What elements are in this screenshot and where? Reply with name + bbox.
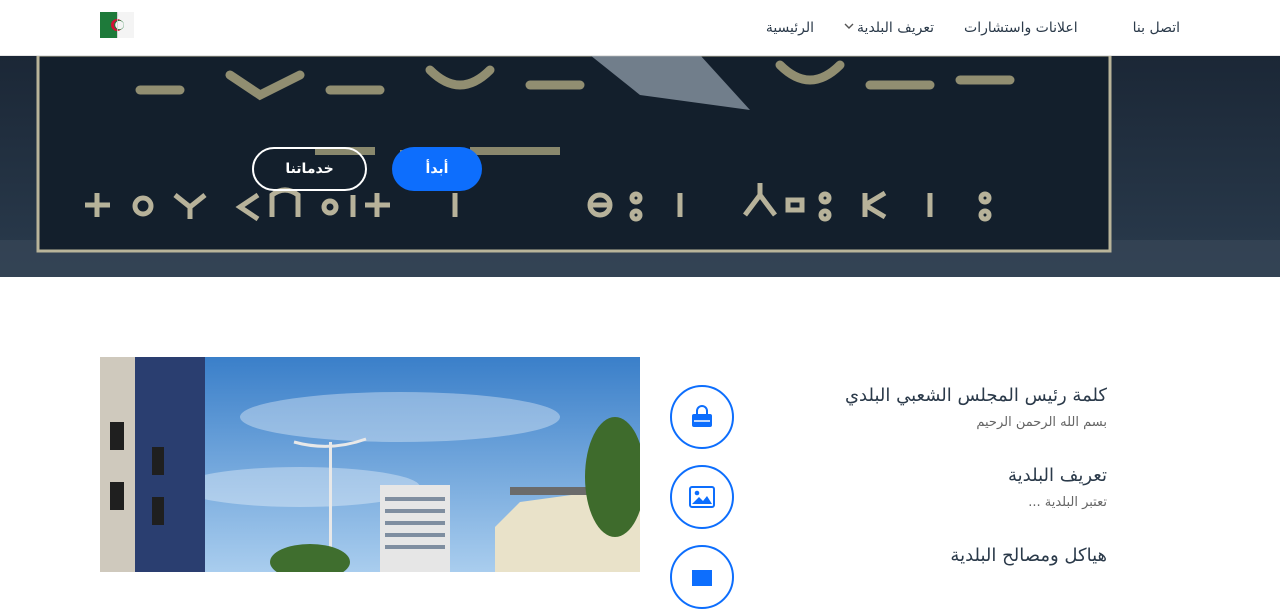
municipality-building-photo (100, 357, 640, 572)
our-services-button[interactable]: خدماتنا (252, 147, 367, 191)
nav-home[interactable]: الرئيسية (751, 20, 829, 36)
feature-description: بسم الله الرحمن الرحيم (976, 415, 1107, 430)
feature-title: كلمة رئيس المجلس الشعبي البلدي (844, 385, 1107, 406)
feature-title: تعريف البلدية (1008, 465, 1107, 486)
feature-structures[interactable]: هياكل ومصالح البلدية (670, 545, 1110, 615)
chevron-down-icon (844, 22, 854, 33)
image-icon (689, 486, 715, 508)
feature-about-municipality[interactable]: تعريف البلدية تعتبر البلدية ... (670, 465, 1110, 535)
nav-contact-label: اتصل بنا (1132, 19, 1180, 36)
nav-home-label: الرئيسية (765, 19, 815, 36)
feature-description: تعتبر البلدية ... (1028, 495, 1107, 510)
algeria-flag-icon[interactable] (100, 12, 134, 38)
shopping-bag-icon (692, 405, 712, 427)
building-icon (692, 570, 712, 586)
municipality-sign-image (0, 55, 1280, 277)
feature-title: هياكل ومصالح البلدية (950, 545, 1107, 566)
building-photo-illustration (100, 357, 640, 572)
nav-about-municipality[interactable]: تعريف البلدية (829, 20, 949, 36)
nav-contact[interactable]: اتصل بنا (1118, 20, 1195, 36)
site-header: الرئيسية تعريف البلدية اعلانات واستشارات… (0, 0, 1280, 56)
feature-mayor-speech[interactable]: كلمة رئيس المجلس الشعبي البلدي بسم الله … (670, 385, 1110, 455)
nav-about-label: تعريف البلدية (857, 19, 935, 36)
feature-icon-circle[interactable] (670, 385, 734, 449)
feature-icon-circle[interactable] (670, 545, 734, 609)
nav-announcements[interactable]: اعلانات واستشارات (949, 20, 1118, 36)
main-nav: الرئيسية تعريف البلدية اعلانات واستشارات… (751, 0, 1195, 55)
feature-icon-circle[interactable] (670, 465, 734, 529)
start-button[interactable]: أبدأ (392, 147, 482, 191)
nav-announcements-label: اعلانات واستشارات (964, 19, 1078, 36)
hero-banner: خدماتنا أبدأ (0, 55, 1280, 277)
